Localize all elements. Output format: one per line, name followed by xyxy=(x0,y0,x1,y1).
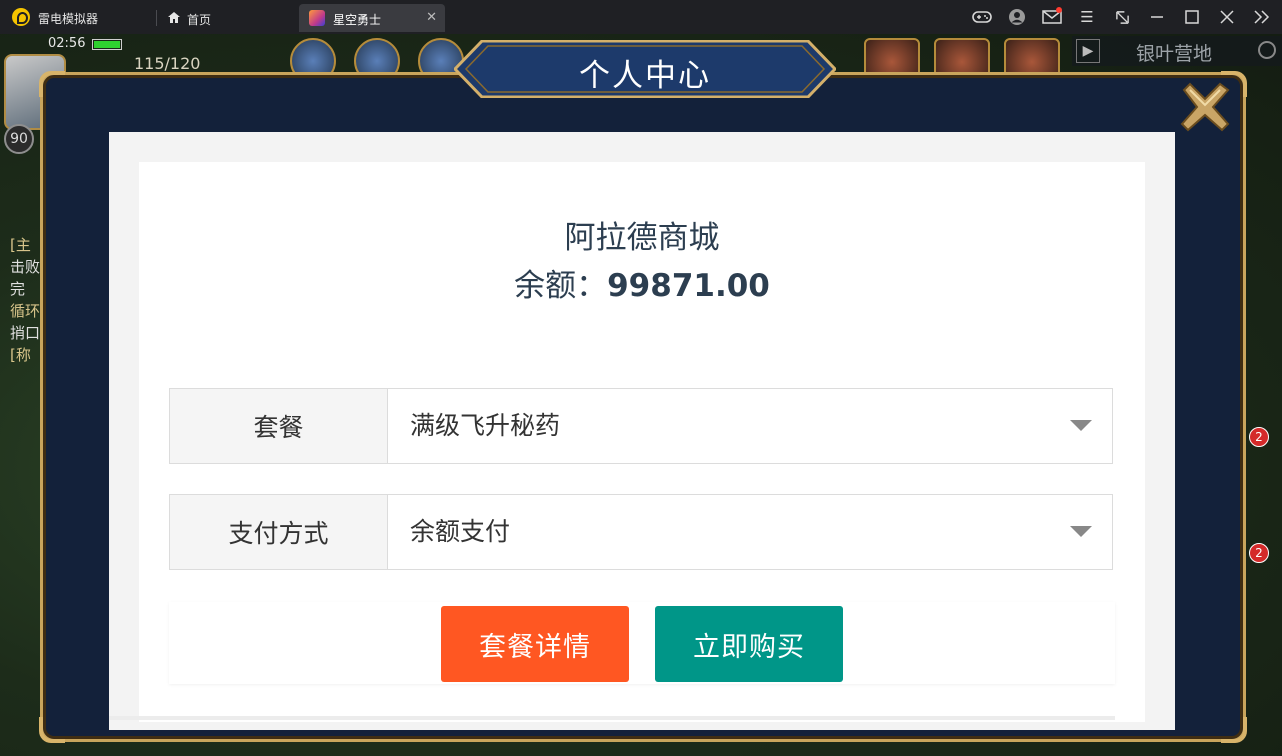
frame-corner xyxy=(39,717,65,743)
package-select-row[interactable]: 套餐 满级飞升秘药 xyxy=(169,388,1113,464)
quest-tracker[interactable]: [主 击败 完 循环 捎口 [称 xyxy=(10,234,40,366)
frame-corner xyxy=(1221,717,1247,743)
frame-corner xyxy=(39,71,65,97)
balance-label: 余额： xyxy=(514,268,608,304)
payment-label: 支付方式 xyxy=(170,495,388,569)
action-bar: 套餐详情 立即购买 xyxy=(169,602,1115,684)
notification-badge: 2 xyxy=(1249,543,1269,563)
game-icon xyxy=(309,10,325,26)
quest-line: 完 xyxy=(10,280,26,298)
close-window-icon[interactable] xyxy=(1217,7,1237,27)
quest-line: 循环 xyxy=(10,302,41,320)
mail-unread-dot xyxy=(1056,7,1062,13)
tab-close-icon[interactable]: ✕ xyxy=(426,10,437,25)
account-icon[interactable] xyxy=(1007,7,1027,27)
close-icon[interactable] xyxy=(1176,78,1234,136)
quest-line: [称 xyxy=(10,346,31,364)
modal-title: 个人中心 xyxy=(579,58,711,94)
chevron-down-icon[interactable] xyxy=(1070,526,1092,537)
emulator-title-bar: 雷电模拟器 首页 星空勇士 ✕ ☰ xyxy=(0,0,1282,34)
payment-select[interactable]: 余额支付 xyxy=(410,495,510,569)
maximize-icon[interactable] xyxy=(1182,7,1202,27)
buy-now-button[interactable]: 立即购买 xyxy=(655,606,843,682)
tab-home[interactable]: 首页 xyxy=(160,4,292,32)
search-icon[interactable] xyxy=(1258,41,1276,59)
payment-select-row[interactable]: 支付方式 余额支付 xyxy=(169,494,1113,570)
quest-line: 击败 xyxy=(10,258,41,276)
tab-home-label: 首页 xyxy=(187,13,212,27)
window-controls: ☰ xyxy=(972,7,1272,27)
modal-title-plate: 个人中心 xyxy=(454,40,836,98)
shop-card: 阿拉德商城 余额：99871.00 套餐 满级飞升秘药 支付方式 余额支付 套餐… xyxy=(139,162,1145,722)
notification-badge: 2 xyxy=(1249,427,1269,447)
package-detail-button[interactable]: 套餐详情 xyxy=(441,606,629,682)
balance-amount: 99871.00 xyxy=(607,268,770,304)
shop-name: 阿拉德商城 xyxy=(564,220,720,256)
package-label: 套餐 xyxy=(170,389,388,463)
gamepad-icon[interactable] xyxy=(972,7,992,27)
app-name: 雷电模拟器 xyxy=(38,12,99,26)
shop-webview: 阿拉德商城 余额：99871.00 套餐 满级飞升秘药 支付方式 余额支付 套餐… xyxy=(109,132,1175,730)
tab-game-label: 星空勇士 xyxy=(333,13,382,27)
battery-icon xyxy=(92,39,122,50)
section-divider xyxy=(109,716,1115,720)
menu-icon[interactable]: ☰ xyxy=(1077,7,1097,27)
balance-line: 余额：99871.00 xyxy=(139,260,1145,305)
chevron-down-icon[interactable] xyxy=(1070,420,1092,431)
resize-icon[interactable] xyxy=(1112,7,1132,27)
expand-arrow-icon[interactable]: ▶ xyxy=(1076,39,1100,63)
tab-divider xyxy=(156,10,157,26)
location-name: 银叶营地 xyxy=(1136,43,1213,65)
player-level-badge: 90 xyxy=(4,124,34,154)
stamina-text: 115/120 xyxy=(134,54,201,73)
package-select[interactable]: 满级飞升秘药 xyxy=(410,389,560,463)
collapse-sidebar-icon[interactable] xyxy=(1252,7,1272,27)
home-icon xyxy=(168,12,180,23)
mail-icon[interactable] xyxy=(1042,7,1062,27)
location-bar: ▶ 银叶营地 xyxy=(1072,36,1282,66)
tab-game[interactable]: 星空勇士 ✕ xyxy=(299,4,445,32)
quest-line: 捎口 xyxy=(10,324,41,342)
minimize-icon[interactable] xyxy=(1147,7,1167,27)
app-logo-icon xyxy=(12,8,30,26)
quest-line: [主 xyxy=(10,236,31,254)
clock-text: 02:56 xyxy=(48,36,86,51)
